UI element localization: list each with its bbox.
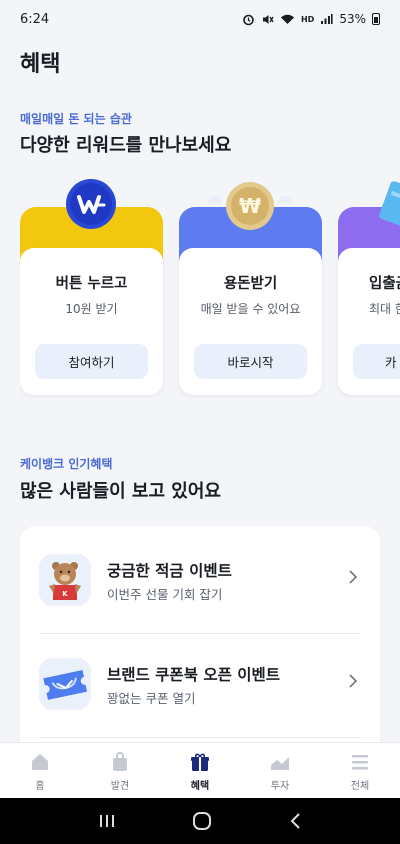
nav-label: 발견 xyxy=(110,781,130,792)
network-type: HD xyxy=(300,14,315,24)
svg-text:₩: ₩ xyxy=(239,194,261,218)
list-item-savings-event[interactable]: K 궁금한 적금 이벤트 이번주 선물 기회 잡기 xyxy=(20,526,380,634)
chart-icon xyxy=(271,757,289,770)
card-body: 버튼 누르고 10원 받기 참여하기 xyxy=(20,248,163,395)
list-item-subtitle: 꽝없는 쿠폰 열기 xyxy=(107,691,196,706)
list-item-title: 브랜드 쿠폰북 오픈 이벤트 xyxy=(107,666,281,684)
status-icons: HD 53% xyxy=(242,12,380,26)
card-title: 입출금 xyxy=(369,276,400,292)
back-icon[interactable] xyxy=(288,812,302,830)
reward-card-deposit[interactable]: 입출금 최대 한 카 xyxy=(338,176,400,395)
card-subtitle: 10원 받기 xyxy=(65,302,118,316)
coupon-ticket-icon xyxy=(39,658,91,710)
nav-item-home[interactable]: 홈 xyxy=(0,743,80,798)
card-body: 입출금 최대 한 카 xyxy=(338,248,400,395)
chevron-right-icon xyxy=(349,570,358,584)
chevron-right-icon xyxy=(349,674,358,688)
wifi-icon xyxy=(280,14,294,24)
list-item-title: 궁금한 적금 이벤트 xyxy=(107,562,232,580)
nav-label: 전체 xyxy=(350,781,370,792)
nav-label: 투자 xyxy=(270,781,290,792)
alarm-icon xyxy=(243,14,254,25)
join-button[interactable]: 참여하기 xyxy=(35,344,148,379)
rewards-heading: 다양한 리워드를 만나보세요 xyxy=(20,135,232,156)
card-subtitle: 최대 한 xyxy=(369,302,400,316)
winged-coin-icon: ₩ xyxy=(208,182,292,230)
list-item-coupon-event[interactable]: 브랜드 쿠폰북 오픈 이벤트 꽝없는 쿠폰 열기 xyxy=(20,630,380,738)
nav-item-all[interactable]: 전체 xyxy=(320,743,400,798)
bottom-nav: 홈 발견 혜택 투자 전체 xyxy=(0,742,400,798)
home-icon xyxy=(32,754,48,770)
home-button-icon[interactable] xyxy=(192,811,212,831)
list-item-subtitle: 이번주 선물 기회 잡기 xyxy=(107,587,223,602)
nav-item-invest[interactable]: 투자 xyxy=(240,743,320,798)
card-subtitle: 매일 받을 수 있어요 xyxy=(200,302,301,316)
nav-label: 홈 xyxy=(35,781,45,792)
nav-item-benefits[interactable]: 혜택 xyxy=(160,743,240,798)
rewards-eyebrow: 매일매일 돈 되는 습관 xyxy=(20,112,132,126)
reward-card-allowance[interactable]: 용돈받기 매일 받을 수 있어요 바로시작 ₩ xyxy=(179,176,322,395)
w-coin-icon xyxy=(66,179,116,229)
status-bar: 6:24 HD 53% xyxy=(0,0,400,38)
card-button[interactable]: 카 xyxy=(353,344,400,379)
recent-apps-icon[interactable] xyxy=(98,813,116,829)
status-time: 6:24 xyxy=(20,11,50,27)
start-now-button[interactable]: 바로시작 xyxy=(194,344,307,379)
nav-label: 혜택 xyxy=(190,781,210,792)
popular-heading: 많은 사람들이 보고 있어요 xyxy=(20,481,221,502)
menu-icon xyxy=(352,755,368,770)
gift-icon xyxy=(191,753,209,771)
signal-icon xyxy=(321,14,333,24)
svg-text:K: K xyxy=(62,590,68,598)
shopping-bag-icon xyxy=(113,752,127,771)
card-body: 용돈받기 매일 받을 수 있어요 바로시작 xyxy=(179,248,322,395)
rewards-carousel[interactable]: 버튼 누르고 10원 받기 참여하기 용돈받기 매일 받을 수 있어요 바로시작… xyxy=(20,176,400,398)
reward-card-button-press[interactable]: 버튼 누르고 10원 받기 참여하기 xyxy=(20,176,163,395)
card-title: 버튼 누르고 xyxy=(55,276,128,292)
mute-icon xyxy=(262,14,274,24)
divider xyxy=(40,737,360,738)
bear-mascot-icon: K xyxy=(39,554,91,606)
battery-percent: 53% xyxy=(339,12,366,26)
battery-icon xyxy=(372,13,380,25)
card-title: 용돈받기 xyxy=(223,276,278,292)
system-nav-bar xyxy=(0,798,400,844)
popular-eyebrow: 케이뱅크 인기혜택 xyxy=(20,457,113,471)
page-title: 혜택 xyxy=(20,52,61,77)
nav-item-discover[interactable]: 발견 xyxy=(80,743,160,798)
card-icon xyxy=(379,181,400,227)
